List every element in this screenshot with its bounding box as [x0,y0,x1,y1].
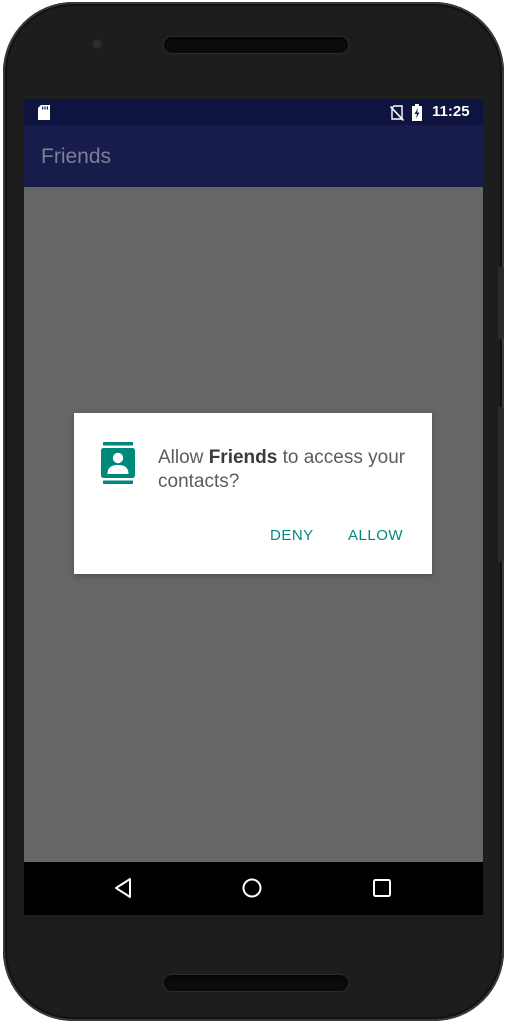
message-prefix: Allow [158,447,209,468]
allow-button[interactable]: ALLOW [348,527,403,544]
deny-button[interactable]: DENY [270,527,314,544]
no-sim-icon [390,105,404,121]
status-bar: 11:25 [24,99,483,125]
back-icon[interactable] [112,877,134,899]
dialog-message: Allow Friends to access your contacts? [158,446,408,494]
navigation-bar [24,862,483,915]
device-screen: 11:25 Friends Allow Friends to access yo… [24,99,483,915]
app-name: Friends [208,447,278,468]
top-speaker-grille [164,37,348,53]
recents-icon[interactable] [371,877,393,899]
permission-dialog: Allow Friends to access your contacts? D… [74,413,432,574]
battery-charging-icon [412,104,422,121]
power-button [498,267,504,339]
app-title: Friends [41,145,112,168]
status-clock: 11:25 [432,103,470,120]
sd-card-icon [38,105,50,120]
volume-button [498,407,504,562]
contacts-icon [101,442,135,484]
app-toolbar: Friends [24,125,483,187]
bottom-speaker-grille [164,975,348,991]
home-icon[interactable] [241,877,263,899]
front-camera [91,38,103,50]
